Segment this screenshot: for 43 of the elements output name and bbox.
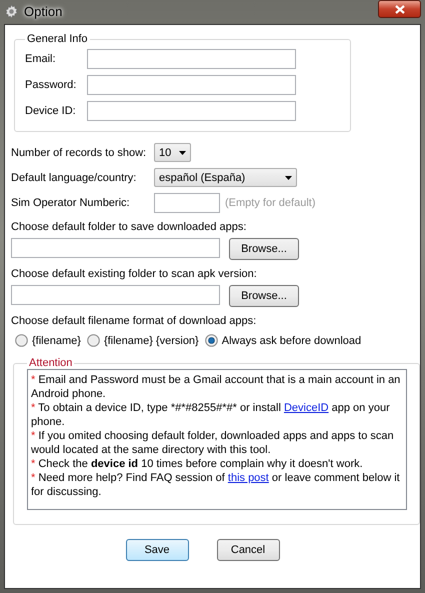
- field-label: Sim Operator Numberic:: [11, 197, 131, 209]
- note-text: * Email and Password must be a Gmail account that is a main account in an Android phone.: [31, 373, 402, 401]
- field-label: Password:: [25, 79, 78, 91]
- language-dropdown[interactable]: español (España): [154, 168, 297, 187]
- field-label: Choose default existing folder to scan apk version:: [11, 268, 258, 280]
- close-button[interactable]: [378, 0, 421, 18]
- radio-button[interactable]: [86, 334, 100, 347]
- save-button[interactable]: Save: [126, 539, 188, 561]
- note-text: * To obtain a device ID, type *#*#8255#*#* or install DeviceID app on your phone.: [31, 401, 391, 429]
- radio-button[interactable]: [15, 334, 28, 347]
- field-label: Choose default filename format of download apps:: [11, 315, 258, 327]
- folder-field[interactable]: [11, 238, 220, 258]
- input-field[interactable]: [154, 193, 220, 213]
- group-title: General Info: [26, 33, 89, 45]
- gear-icon: [4, 4, 19, 18]
- input-field[interactable]: [87, 101, 296, 121]
- field-label: Number of records to show:: [11, 146, 148, 158]
- input-field[interactable]: [87, 75, 296, 95]
- link[interactable]: this post: [228, 472, 269, 484]
- window-title: Option: [24, 4, 62, 18]
- field-label: Device ID:: [25, 105, 77, 117]
- radio-button[interactable]: [204, 334, 218, 347]
- radio-label[interactable]: Always ask before download: [222, 334, 362, 346]
- radio-label[interactable]: {filename} {version}: [104, 334, 199, 346]
- caret-icon: [285, 176, 292, 180]
- browse-button[interactable]: Browse...: [229, 285, 299, 307]
- group-title: Attention: [28, 357, 74, 369]
- link[interactable]: DeviceID: [284, 402, 329, 414]
- browse-button[interactable]: Browse...: [229, 238, 299, 260]
- note-text: * If you omited choosing default folder, downloaded apps and apps to scan would located at the same directory with this tool.: [31, 429, 395, 457]
- radio-label[interactable]: {filename}: [32, 334, 81, 346]
- records-dropdown[interactable]: 10: [154, 143, 191, 162]
- field-label: Choose default folder to save downloaded apps:: [11, 221, 248, 233]
- close-icon: [394, 4, 404, 14]
- input-field[interactable]: [87, 49, 296, 69]
- field-label: Default language/country:: [11, 172, 138, 184]
- note-text: * Check the device id 10 times before complain why it doesn't work.: [31, 457, 364, 471]
- field-label: Email:: [25, 53, 57, 65]
- folder-field[interactable]: [11, 285, 220, 305]
- note-text: * Need more help? Find FAQ session of this post or leave comment below it for discussing.: [31, 471, 401, 499]
- cancel-button[interactable]: Cancel: [216, 539, 280, 561]
- caret-icon: [179, 150, 186, 154]
- hint-text: (Empty for default): [225, 197, 316, 209]
